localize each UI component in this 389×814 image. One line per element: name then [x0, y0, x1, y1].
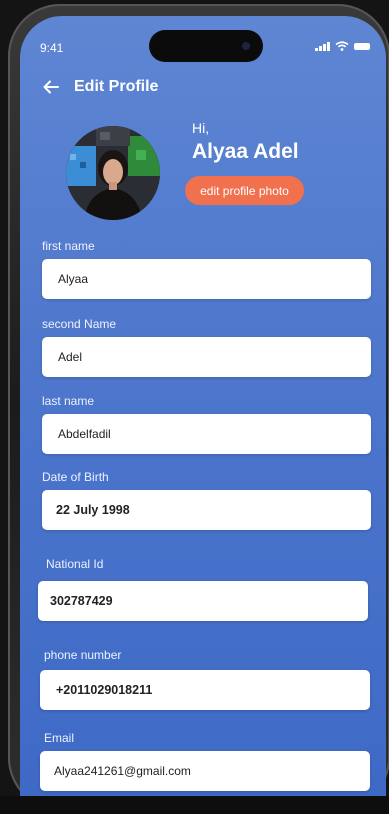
phone-number-label: phone number [44, 648, 122, 662]
national-id-label: National Id [46, 557, 104, 571]
wifi-icon [335, 41, 349, 51]
camera-dot [242, 42, 250, 50]
last-name-input[interactable] [58, 427, 371, 441]
first-name-label: first name [42, 239, 95, 253]
page: 9:41 Edit Profile Hi, Alyaa Adel edit pr… [0, 0, 389, 814]
phone-number-input[interactable] [56, 683, 370, 697]
user-name: Alyaa Adel [192, 140, 299, 163]
national-id-field[interactable] [38, 581, 368, 621]
second-name-label: second Name [42, 317, 117, 331]
phone-number-field[interactable] [40, 670, 370, 710]
signal-icon [315, 41, 330, 51]
date-of-birth-label: Date of Birth [42, 470, 109, 484]
avatar[interactable] [66, 126, 160, 220]
edit-profile-photo-button[interactable]: edit profile photo [185, 176, 304, 205]
page-title: Edit Profile [74, 78, 159, 95]
national-id-input[interactable] [50, 594, 368, 608]
arrow-left-icon[interactable] [42, 78, 60, 96]
second-name-input[interactable] [58, 350, 371, 364]
greeting: Hi, [192, 120, 210, 136]
date-of-birth-input[interactable] [56, 503, 371, 517]
last-name-field[interactable] [42, 414, 371, 454]
status-time: 9:41 [40, 41, 64, 55]
status-bar: 9:41 [20, 16, 386, 62]
phone-screen: 9:41 Edit Profile Hi, Alyaa Adel edit pr… [20, 16, 386, 814]
first-name-field[interactable] [42, 259, 371, 299]
email-input[interactable] [54, 764, 370, 778]
email-label: Email [44, 731, 75, 745]
email-field[interactable] [40, 751, 370, 791]
last-name-label: last name [42, 394, 95, 408]
header: Edit Profile [42, 78, 158, 96]
battery-icon [354, 43, 370, 50]
second-name-field[interactable] [42, 337, 371, 377]
bottom-bezel [0, 796, 389, 814]
date-of-birth-field[interactable] [42, 490, 371, 530]
status-icons [315, 41, 370, 51]
first-name-input[interactable] [58, 272, 371, 286]
